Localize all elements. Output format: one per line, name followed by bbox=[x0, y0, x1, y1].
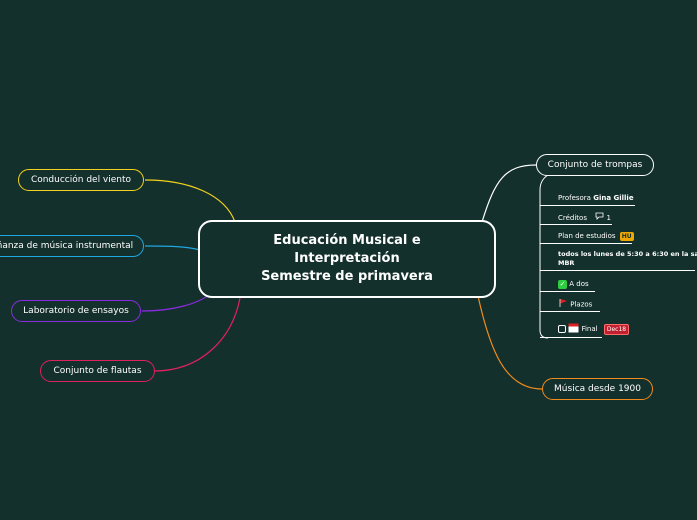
mind-map-canvas: Educación Musical e Interpretación Semes… bbox=[0, 0, 697, 520]
check-icon[interactable]: ✓ bbox=[558, 279, 567, 289]
syllabus-badge[interactable]: HU bbox=[619, 231, 634, 241]
subtopic-final-underline bbox=[540, 337, 602, 338]
link-trompas bbox=[481, 164, 537, 223]
topic-conjunto-de-trompas[interactable]: Conjunto de trompas bbox=[536, 154, 654, 176]
topic-conjunto-de-flautas[interactable]: Conjunto de flautas bbox=[40, 360, 155, 382]
topic-label: Conducción del viento bbox=[30, 175, 132, 185]
central-topic[interactable]: Educación Musical e Interpretación Semes… bbox=[198, 220, 496, 298]
subtopic-credits[interactable]: Créditos 1 bbox=[558, 212, 611, 223]
topic-ensenanza-musica-instrumental[interactable]: Enseñanza de música instrumental bbox=[0, 235, 144, 257]
checkbox-icon[interactable] bbox=[558, 325, 566, 333]
subtopic-syllabus-underline bbox=[540, 243, 632, 244]
final-label: Final bbox=[581, 325, 598, 333]
subtopic-professor-underline bbox=[540, 205, 635, 206]
central-topic-line-2: Interpretación bbox=[294, 251, 400, 266]
subtopic-pairs[interactable]: ✓ A dos bbox=[558, 279, 589, 289]
link-ensenanza bbox=[144, 245, 201, 251]
topic-label: Conjunto de flautas bbox=[53, 366, 142, 376]
subtopic-credits-underline bbox=[540, 224, 612, 225]
topic-label: Enseñanza de música instrumental bbox=[0, 241, 134, 251]
detail-bracket bbox=[539, 174, 549, 339]
subtopic-pairs-underline bbox=[540, 291, 595, 292]
central-topic-line-1: Educación Musical e bbox=[273, 233, 421, 248]
subtopic-syllabus[interactable]: Plan de estudios HU bbox=[558, 231, 634, 241]
subtopic-schedule[interactable]: todos los lunes de 5:30 a 6:30 en la sal… bbox=[558, 250, 697, 268]
schedule-line-2: MBR bbox=[558, 259, 575, 267]
central-topic-line-3: Semestre de primavera bbox=[261, 269, 433, 284]
flag-icon bbox=[558, 298, 568, 311]
link-musica1900 bbox=[477, 295, 543, 390]
topic-conduccion-del-viento[interactable]: Conducción del viento bbox=[18, 169, 144, 191]
pairs-label: A dos bbox=[569, 280, 589, 288]
subtopic-schedule-underline bbox=[540, 270, 695, 271]
professor-name: Gina Gillie bbox=[593, 194, 634, 202]
professor-prefix: Profesora bbox=[558, 194, 594, 202]
topic-label: Conjunto de trompas bbox=[547, 160, 643, 170]
subtopic-final[interactable]: Final Dec18 bbox=[558, 322, 630, 336]
subtopic-professor[interactable]: Profesora Gina Gillie bbox=[558, 193, 634, 203]
topic-label: Música desde 1900 bbox=[554, 384, 641, 394]
topic-musica-desde-1900[interactable]: Música desde 1900 bbox=[542, 378, 653, 400]
syllabus-label: Plan de estudios bbox=[558, 232, 616, 240]
credits-comment-count: 1 bbox=[606, 214, 611, 222]
final-date-badge[interactable]: Dec18 bbox=[603, 323, 630, 335]
schedule-line-1: todos los lunes de 5:30 a 6:30 en la sal… bbox=[558, 250, 697, 258]
deadlines-label: Plazos bbox=[570, 300, 593, 309]
subtopic-deadlines-underline bbox=[540, 311, 600, 312]
subtopic-deadlines[interactable]: Plazos bbox=[558, 298, 592, 311]
calendar-icon bbox=[568, 322, 579, 336]
link-conduccion bbox=[144, 179, 236, 223]
comment-icon[interactable] bbox=[595, 212, 604, 223]
topic-label: Laboratorio de ensayos bbox=[23, 306, 129, 316]
credits-label: Créditos bbox=[558, 214, 587, 222]
topic-laboratorio-de-ensayos[interactable]: Laboratorio de ensayos bbox=[11, 300, 141, 322]
